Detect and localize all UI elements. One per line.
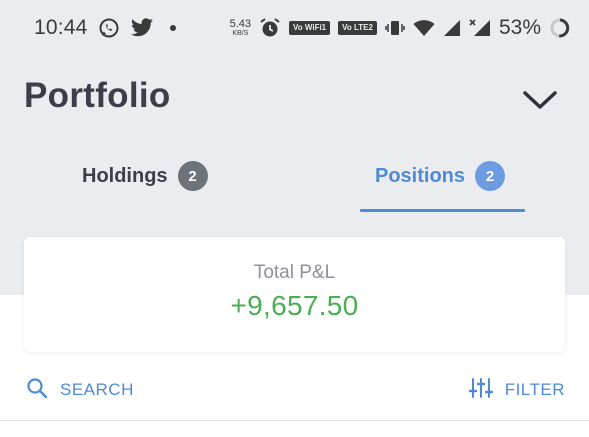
notification-dot-icon: [169, 25, 176, 31]
search-icon: [26, 377, 48, 404]
status-bar: 10:44 5.43 KB/S Vo WiFi1 Vo LTE2 53%: [0, 0, 589, 56]
clock: 10:44: [34, 16, 88, 39]
filter-label: FILTER: [504, 380, 565, 399]
positions-count-badge: 2: [475, 161, 506, 191]
total-pnl-label: Total P&L: [253, 261, 336, 283]
tab-holdings-label: Holdings: [82, 164, 168, 187]
total-pnl-card: Total P&L +9,657.50: [24, 237, 565, 352]
filter-button[interactable]: FILTER: [468, 377, 565, 404]
signal-x-icon: [469, 19, 491, 37]
holdings-count-badge: 2: [177, 161, 208, 191]
active-tab-indicator: [360, 209, 525, 212]
whatsapp-icon: [98, 17, 120, 39]
wifi-icon: [413, 19, 435, 37]
search-label: SEARCH: [60, 380, 134, 399]
battery-percent: 53%: [498, 16, 541, 39]
alarm-icon: [259, 17, 281, 39]
filter-sliders-icon: [468, 377, 493, 404]
vibrate-icon: [385, 18, 405, 38]
volte-wifi-icon: Vo WiFi1: [289, 21, 331, 35]
search-button[interactable]: SEARCH: [26, 377, 134, 403]
volte-lte-icon: Vo LTE2: [338, 21, 377, 35]
tab-holdings[interactable]: Holdings 2: [82, 156, 208, 196]
tab-positions-label: Positions: [375, 164, 466, 187]
chevron-down-icon[interactable]: [522, 86, 558, 114]
tab-positions[interactable]: Positions 2: [375, 156, 506, 196]
battery-ring-icon: [549, 17, 571, 39]
page-title: Portfolio: [24, 76, 171, 115]
signal-icon: [443, 19, 461, 37]
net-speed: 5.43 KB/S: [229, 18, 252, 38]
divider: [0, 420, 589, 421]
twitter-icon: [130, 18, 154, 38]
total-pnl-value: +9,657.50: [230, 289, 359, 321]
